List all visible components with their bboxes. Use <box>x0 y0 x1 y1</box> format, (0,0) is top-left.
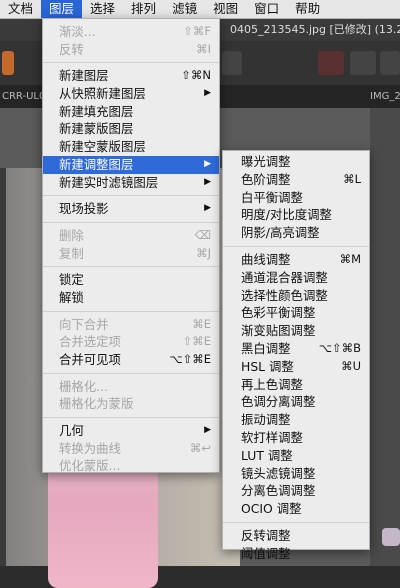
menu-item-new-empty-mask-layer[interactable]: 新建空蒙版图层 <box>43 138 219 156</box>
menu-layer[interactable]: 图层 <box>41 0 83 18</box>
tab-document-right[interactable]: IMG_2 <box>370 86 400 108</box>
shortcut: ⌘I <box>196 41 211 56</box>
submenu-item-shadows-highlights[interactable]: 阴影/高亮调整 <box>223 224 369 242</box>
submenu-item-selective-color[interactable]: 选择性颜色调整 <box>223 287 369 305</box>
menu-separator <box>223 521 369 523</box>
menu-item-fade[interactable]: 渐淡... ⇧⌘F <box>43 23 219 41</box>
link-icon[interactable] <box>380 51 400 75</box>
menu-item-invert[interactable]: 反转 ⌘I <box>43 41 219 59</box>
menu-window[interactable]: 窗口 <box>246 0 287 18</box>
menu-document[interactable]: 文档 <box>0 0 41 18</box>
menu-arrange[interactable]: 排列 <box>123 0 164 18</box>
menu-separator <box>43 266 219 268</box>
shortcut: ⌥⇧⌘B <box>318 340 361 355</box>
menu-item-unlock[interactable]: 解锁 <box>43 289 219 307</box>
menu-separator <box>43 372 219 374</box>
menu-item-new-layer[interactable]: 新建图层 ⇧⌘N <box>43 67 219 85</box>
submenu-item-white-balance[interactable]: 白平衡调整 <box>223 189 369 207</box>
menu-item-geometry[interactable]: 几何 ▶ <box>43 422 219 440</box>
submenu-item-invert[interactable]: 反转调整 <box>223 527 369 545</box>
submenu-arrow-icon: ▶ <box>204 425 211 436</box>
menu-item-merge-down[interactable]: 向下合并 ⌘E <box>43 316 219 334</box>
right-panel <box>370 108 400 566</box>
thumbnail-icon <box>382 528 400 546</box>
menu-item-duplicate[interactable]: 复制 ⌘J <box>43 245 219 263</box>
submenu-item-lut[interactable]: LUT 调整 <box>223 447 369 465</box>
tab-document-left[interactable]: CRR-UL0 <box>0 86 45 108</box>
submenu-item-channel-mixer[interactable]: 通道混合器调整 <box>223 269 369 287</box>
submenu-item-curves[interactable]: 曲线调整 ⌘M <box>223 251 369 269</box>
shortcut: ⌘J <box>196 245 211 260</box>
submenu-item-recolor[interactable]: 再上色调整 <box>223 376 369 394</box>
menu-help[interactable]: 帮助 <box>287 0 328 18</box>
submenu-item-soft-proof[interactable]: 软打样调整 <box>223 429 369 447</box>
submenu-item-split-toning[interactable]: 分离色调调整 <box>223 482 369 500</box>
adjustment-submenu: 曝光调整 色阶调整 ⌘L 白平衡调整 明度/对比度调整 阴影/高亮调整 曲线调整 ⌘… <box>222 150 370 561</box>
shortcut: ⇧⌘N <box>181 68 211 83</box>
menu-item-new-mask-layer[interactable]: 新建蒙版图层 <box>43 120 219 138</box>
submenu-item-vibrance[interactable]: 振动调整 <box>223 411 369 429</box>
document-title: 0405_213545.jpg [已修改] (13.2%) <box>230 23 400 36</box>
layer-menu: 渐淡... ⇧⌘F 反转 ⌘I 新建图层 ⇧⌘N 从快照新建图层 ▶ 新建填充图层 新建… <box>42 18 220 473</box>
submenu-item-hsl[interactable]: HSL 调整 ⌘U <box>223 358 369 376</box>
menu-item-new-from-snapshot[interactable]: 从快照新建图层 ▶ <box>43 85 219 103</box>
submenu-arrow-icon: ▶ <box>204 203 211 214</box>
shortcut: ⌘L <box>343 171 361 186</box>
submenu-arrow-icon: ▶ <box>204 88 211 99</box>
menu-item-merge-selected[interactable]: 合并选定项 ⇧⌘E <box>43 333 219 351</box>
menu-item-refine-mask[interactable]: 优化蒙版... <box>43 457 219 475</box>
submenu-arrow-icon: ▶ <box>204 158 211 169</box>
submenu-item-lens-filter[interactable]: 镜头滤镜调整 <box>223 465 369 483</box>
menu-item-live-projection[interactable]: 现场投影 ▶ <box>43 200 219 218</box>
shortcut: ⌘E <box>192 316 211 331</box>
menu-item-rasterize-to-mask[interactable]: 栅格化为蒙版 <box>43 395 219 413</box>
shortcut: ⌘U <box>341 358 361 373</box>
shortcut: ⌘M <box>339 251 361 266</box>
menu-item-new-live-filter-layer[interactable]: 新建实时滤镜图层 ▶ <box>43 174 219 192</box>
submenu-item-color-balance[interactable]: 色彩平衡调整 <box>223 304 369 322</box>
grid-snap-icon[interactable] <box>318 51 344 75</box>
submenu-arrow-icon: ▶ <box>204 176 211 187</box>
menu-item-merge-visible[interactable]: 合并可见项 ⌥⇧⌘E <box>43 351 219 369</box>
submenu-item-exposure[interactable]: 曝光调整 <box>223 153 369 171</box>
menu-bar: 文档 图层 选择 排列 滤镜 视图 窗口 帮助 <box>0 0 400 19</box>
submenu-item-levels[interactable]: 色阶调整 ⌘L <box>223 171 369 189</box>
menu-separator <box>43 195 219 197</box>
menu-item-new-fill-layer[interactable]: 新建填充图层 <box>43 103 219 121</box>
submenu-item-black-white[interactable]: 黑白调整 ⌥⇧⌘B <box>223 340 369 358</box>
submenu-item-ocio[interactable]: OCIO 调整 <box>223 500 369 518</box>
submenu-item-threshold[interactable]: 阈值调整 <box>223 545 369 563</box>
menu-item-delete[interactable]: 删除 ⌫ <box>43 227 219 245</box>
persona-icon[interactable] <box>2 51 14 75</box>
canvas-edge <box>0 168 6 566</box>
menu-separator <box>43 221 219 223</box>
menu-separator <box>43 62 219 64</box>
menu-item-lock[interactable]: 锁定 <box>43 271 219 289</box>
menu-separator <box>43 417 219 419</box>
shortcut: ⌘↩ <box>189 440 211 455</box>
menu-item-convert-to-curves[interactable]: 转换为曲线 ⌘↩ <box>43 440 219 458</box>
menu-separator <box>43 310 219 312</box>
shortcut: ⌥⇧⌘E <box>169 352 211 366</box>
shortcut: ⇧⌘F <box>183 24 211 38</box>
menu-item-new-adjustment-layer[interactable]: 新建调整图层 ▶ <box>43 155 219 174</box>
submenu-item-posterize[interactable]: 色调分离调整 <box>223 393 369 411</box>
menu-item-rasterize[interactable]: 栅格化... <box>43 378 219 396</box>
move-tool-icon[interactable] <box>350 51 376 75</box>
menu-separator <box>223 245 369 247</box>
submenu-item-gradient-map[interactable]: 渐变贴图调整 <box>223 322 369 340</box>
menu-select[interactable]: 选择 <box>82 0 123 18</box>
shortcut: ⇧⌘E <box>182 334 211 349</box>
menu-view[interactable]: 视图 <box>205 0 246 18</box>
submenu-item-brightness-contrast[interactable]: 明度/对比度调整 <box>223 206 369 224</box>
dropdown-chevron-icon[interactable] <box>222 51 242 75</box>
delete-key-icon: ⌫ <box>194 227 211 242</box>
menu-filters[interactable]: 滤镜 <box>164 0 205 18</box>
